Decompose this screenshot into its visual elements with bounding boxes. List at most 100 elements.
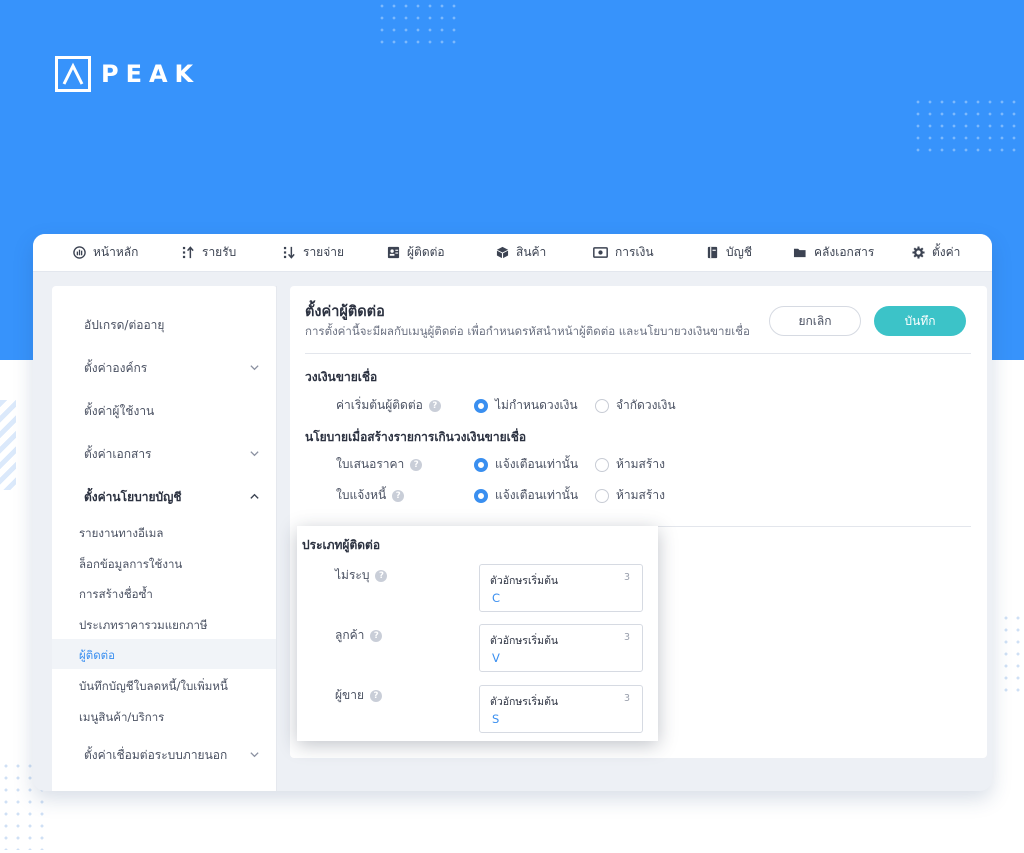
radio-quotation-block[interactable]: ห้ามสร้าง bbox=[595, 455, 665, 474]
save-button[interactable]: บันทึก bbox=[874, 306, 966, 336]
radio-limit[interactable]: จำกัดวงเงิน bbox=[595, 396, 676, 415]
logo-text: PEAK bbox=[101, 60, 201, 88]
nav-item-finance[interactable]: การเงิน bbox=[593, 243, 654, 262]
radio-selected-icon bbox=[474, 398, 488, 413]
field-value[interactable]: C bbox=[492, 591, 500, 605]
sidebar-item-documents[interactable]: ตั้งค่าเอกสาร bbox=[84, 445, 152, 464]
nav-item-accounting[interactable]: บัญชี bbox=[706, 243, 752, 262]
char-count: 3 bbox=[623, 693, 630, 704]
nav-item-income[interactable]: รายรับ bbox=[182, 243, 236, 262]
top-navigation: หน้าหลัก รายรับ รายจ่าย ผู้ติดต่อ สินค้า… bbox=[33, 234, 992, 272]
nav-label: ตั้งค่า bbox=[932, 245, 961, 259]
prefix-field-vendor[interactable]: ตัวอักษรเริ่มต้น 3 S bbox=[479, 685, 643, 733]
dot-pattern bbox=[912, 96, 1022, 156]
policy-section-title: นโยบายเมื่อสร้างรายการเกินวงเงินขายเชื่อ bbox=[305, 430, 527, 444]
nav-label: หน้าหลัก bbox=[93, 245, 139, 259]
sidebar-item-accounting-policy[interactable]: ตั้งค่านโยบายบัญชี bbox=[84, 488, 181, 507]
contact-type-text: ผู้ขาย bbox=[335, 688, 365, 702]
field-label: ตัวอักษรเริ่มต้น bbox=[490, 696, 559, 708]
sidebar-subitem-contacts[interactable]: ผู้ติดต่อ bbox=[79, 647, 115, 665]
chevron-down-icon[interactable] bbox=[249, 362, 260, 373]
nav-item-settings[interactable]: ตั้งค่า bbox=[912, 243, 960, 262]
radio-label: แจ้งเตือนเท่านั้น bbox=[495, 457, 579, 471]
expense-icon bbox=[283, 246, 295, 259]
help-icon[interactable]: ? bbox=[370, 689, 383, 702]
dot-pattern bbox=[1000, 612, 1022, 696]
help-icon[interactable]: ? bbox=[370, 629, 383, 642]
sidebar-item-users[interactable]: ตั้งค่าผู้ใช้งาน bbox=[84, 402, 154, 421]
nav-label: รายจ่าย bbox=[303, 245, 345, 259]
prefix-field-customer[interactable]: ตัวอักษรเริ่มต้น 3 V bbox=[479, 624, 643, 672]
radio-label: ห้ามสร้าง bbox=[616, 457, 665, 471]
char-count: 3 bbox=[623, 572, 630, 583]
radio-invoice-block[interactable]: ห้ามสร้าง bbox=[595, 486, 665, 505]
sidebar-subitem-usage-log[interactable]: ล็อกข้อมูลการใช้งาน bbox=[79, 556, 182, 574]
nav-item-contacts[interactable]: ผู้ติดต่อ bbox=[387, 243, 445, 262]
field-value[interactable]: S bbox=[492, 712, 499, 726]
nav-label: การเงิน bbox=[615, 245, 654, 259]
help-icon[interactable]: ? bbox=[410, 458, 423, 471]
page-title: ตั้งค่าผู้ติดต่อ bbox=[305, 304, 385, 320]
credit-default-text: ค่าเริ่มต้นผู้ติดต่อ bbox=[336, 398, 423, 412]
contact-type-label: ไม่ระบุ ? bbox=[335, 566, 388, 585]
field-value[interactable]: V bbox=[492, 651, 500, 665]
chevron-up-icon[interactable] bbox=[249, 491, 260, 502]
radio-empty-icon bbox=[595, 398, 609, 413]
sidebar-subitem-duplicate-name[interactable]: การสร้างชื่อซ้ำ bbox=[79, 586, 153, 604]
income-icon bbox=[182, 246, 194, 259]
quotation-text: ใบเสนอราคา bbox=[336, 457, 405, 471]
radio-empty-icon bbox=[595, 457, 609, 472]
sidebar-subitem-email-report[interactable]: รายงานทางอีเมล bbox=[79, 525, 163, 543]
chevron-down-icon[interactable] bbox=[249, 749, 260, 760]
nav-item-documents[interactable]: คลังเอกสาร bbox=[793, 243, 874, 262]
credit-section-title: วงเงินขายเชื่อ bbox=[305, 370, 378, 384]
radio-no-limit[interactable]: ไม่กำหนดวงเงิน bbox=[474, 396, 578, 415]
nav-item-products[interactable]: สินค้า bbox=[496, 243, 546, 262]
radio-invoice-warn[interactable]: แจ้งเตือนเท่านั้น bbox=[474, 486, 578, 505]
sidebar-subitem-tax-price-type[interactable]: ประเภทราคารวมแยกภาษี bbox=[79, 617, 207, 635]
invoice-text: ใบแจ้งหนี้ bbox=[336, 488, 387, 502]
dashboard-icon bbox=[73, 246, 86, 259]
chevron-down-icon[interactable] bbox=[249, 448, 260, 459]
nav-label: สินค้า bbox=[516, 245, 547, 259]
help-icon[interactable]: ? bbox=[392, 489, 405, 502]
help-icon[interactable]: ? bbox=[375, 569, 388, 582]
radio-selected-icon bbox=[474, 457, 488, 472]
sidebar-subitem-credit-debit-note[interactable]: บันทึกบัญชีใบลดหนี้/ใบเพิ่มหนี้ bbox=[79, 678, 228, 696]
nav-label: คลังเอกสาร bbox=[814, 245, 875, 259]
nav-item-expense[interactable]: รายจ่าย bbox=[283, 243, 344, 262]
prefix-field-unspecified[interactable]: ตัวอักษรเริ่มต้น 3 C bbox=[479, 564, 643, 612]
credit-default-label: ค่าเริ่มต้นผู้ติดต่อ ? bbox=[336, 396, 441, 415]
radio-quotation-warn[interactable]: แจ้งเตือนเท่านั้น bbox=[474, 455, 578, 474]
help-icon[interactable]: ? bbox=[428, 399, 441, 412]
contact-type-text: ไม่ระบุ bbox=[335, 568, 370, 582]
quotation-label: ใบเสนอราคา ? bbox=[336, 455, 423, 474]
radio-label: ห้ามสร้าง bbox=[616, 488, 665, 502]
nav-label: รายรับ bbox=[202, 245, 237, 259]
contact-type-label: ลูกค้า ? bbox=[335, 626, 383, 645]
sidebar-item-upgrade[interactable]: อัปเกรด/ต่ออายุ bbox=[84, 316, 164, 335]
sidebar-item-organization[interactable]: ตั้งค่าองค์กร bbox=[84, 359, 147, 378]
folder-icon bbox=[793, 248, 806, 258]
money-icon bbox=[593, 247, 608, 258]
nav-item-home[interactable]: หน้าหลัก bbox=[73, 243, 138, 262]
contact-type-title: ประเภทผู้ติดต่อ bbox=[302, 538, 381, 552]
nav-label: ผู้ติดต่อ bbox=[407, 245, 445, 259]
stripe-decoration bbox=[0, 400, 16, 490]
radio-empty-icon bbox=[595, 488, 609, 503]
contact-type-text: ลูกค้า bbox=[335, 628, 365, 642]
page-description: การตั้งค่านี้จะมีผลกับเมนูผู้ติดต่อ เพื่… bbox=[305, 324, 750, 338]
radio-label: แจ้งเตือนเท่านั้น bbox=[495, 488, 579, 502]
invoice-label: ใบแจ้งหนี้ ? bbox=[336, 486, 405, 505]
sidebar-item-external-integration[interactable]: ตั้งค่าเชื่อมต่อระบบภายนอก bbox=[84, 746, 227, 765]
char-count: 3 bbox=[623, 632, 630, 643]
nav-label: บัญชี bbox=[726, 245, 752, 259]
contact-type-card: ประเภทผู้ติดต่อ ไม่ระบุ ? ตัวอักษรเริ่มต… bbox=[297, 526, 658, 741]
dot-pattern bbox=[376, 0, 456, 52]
contact-icon bbox=[387, 246, 400, 259]
sidebar-subitem-product-menu[interactable]: เมนูสินค้า/บริการ bbox=[79, 709, 164, 727]
sidebar-divider bbox=[276, 286, 277, 791]
ledger-icon bbox=[707, 246, 718, 259]
cancel-button[interactable]: ยกเลิก bbox=[769, 306, 861, 336]
field-label: ตัวอักษรเริ่มต้น bbox=[490, 635, 559, 647]
